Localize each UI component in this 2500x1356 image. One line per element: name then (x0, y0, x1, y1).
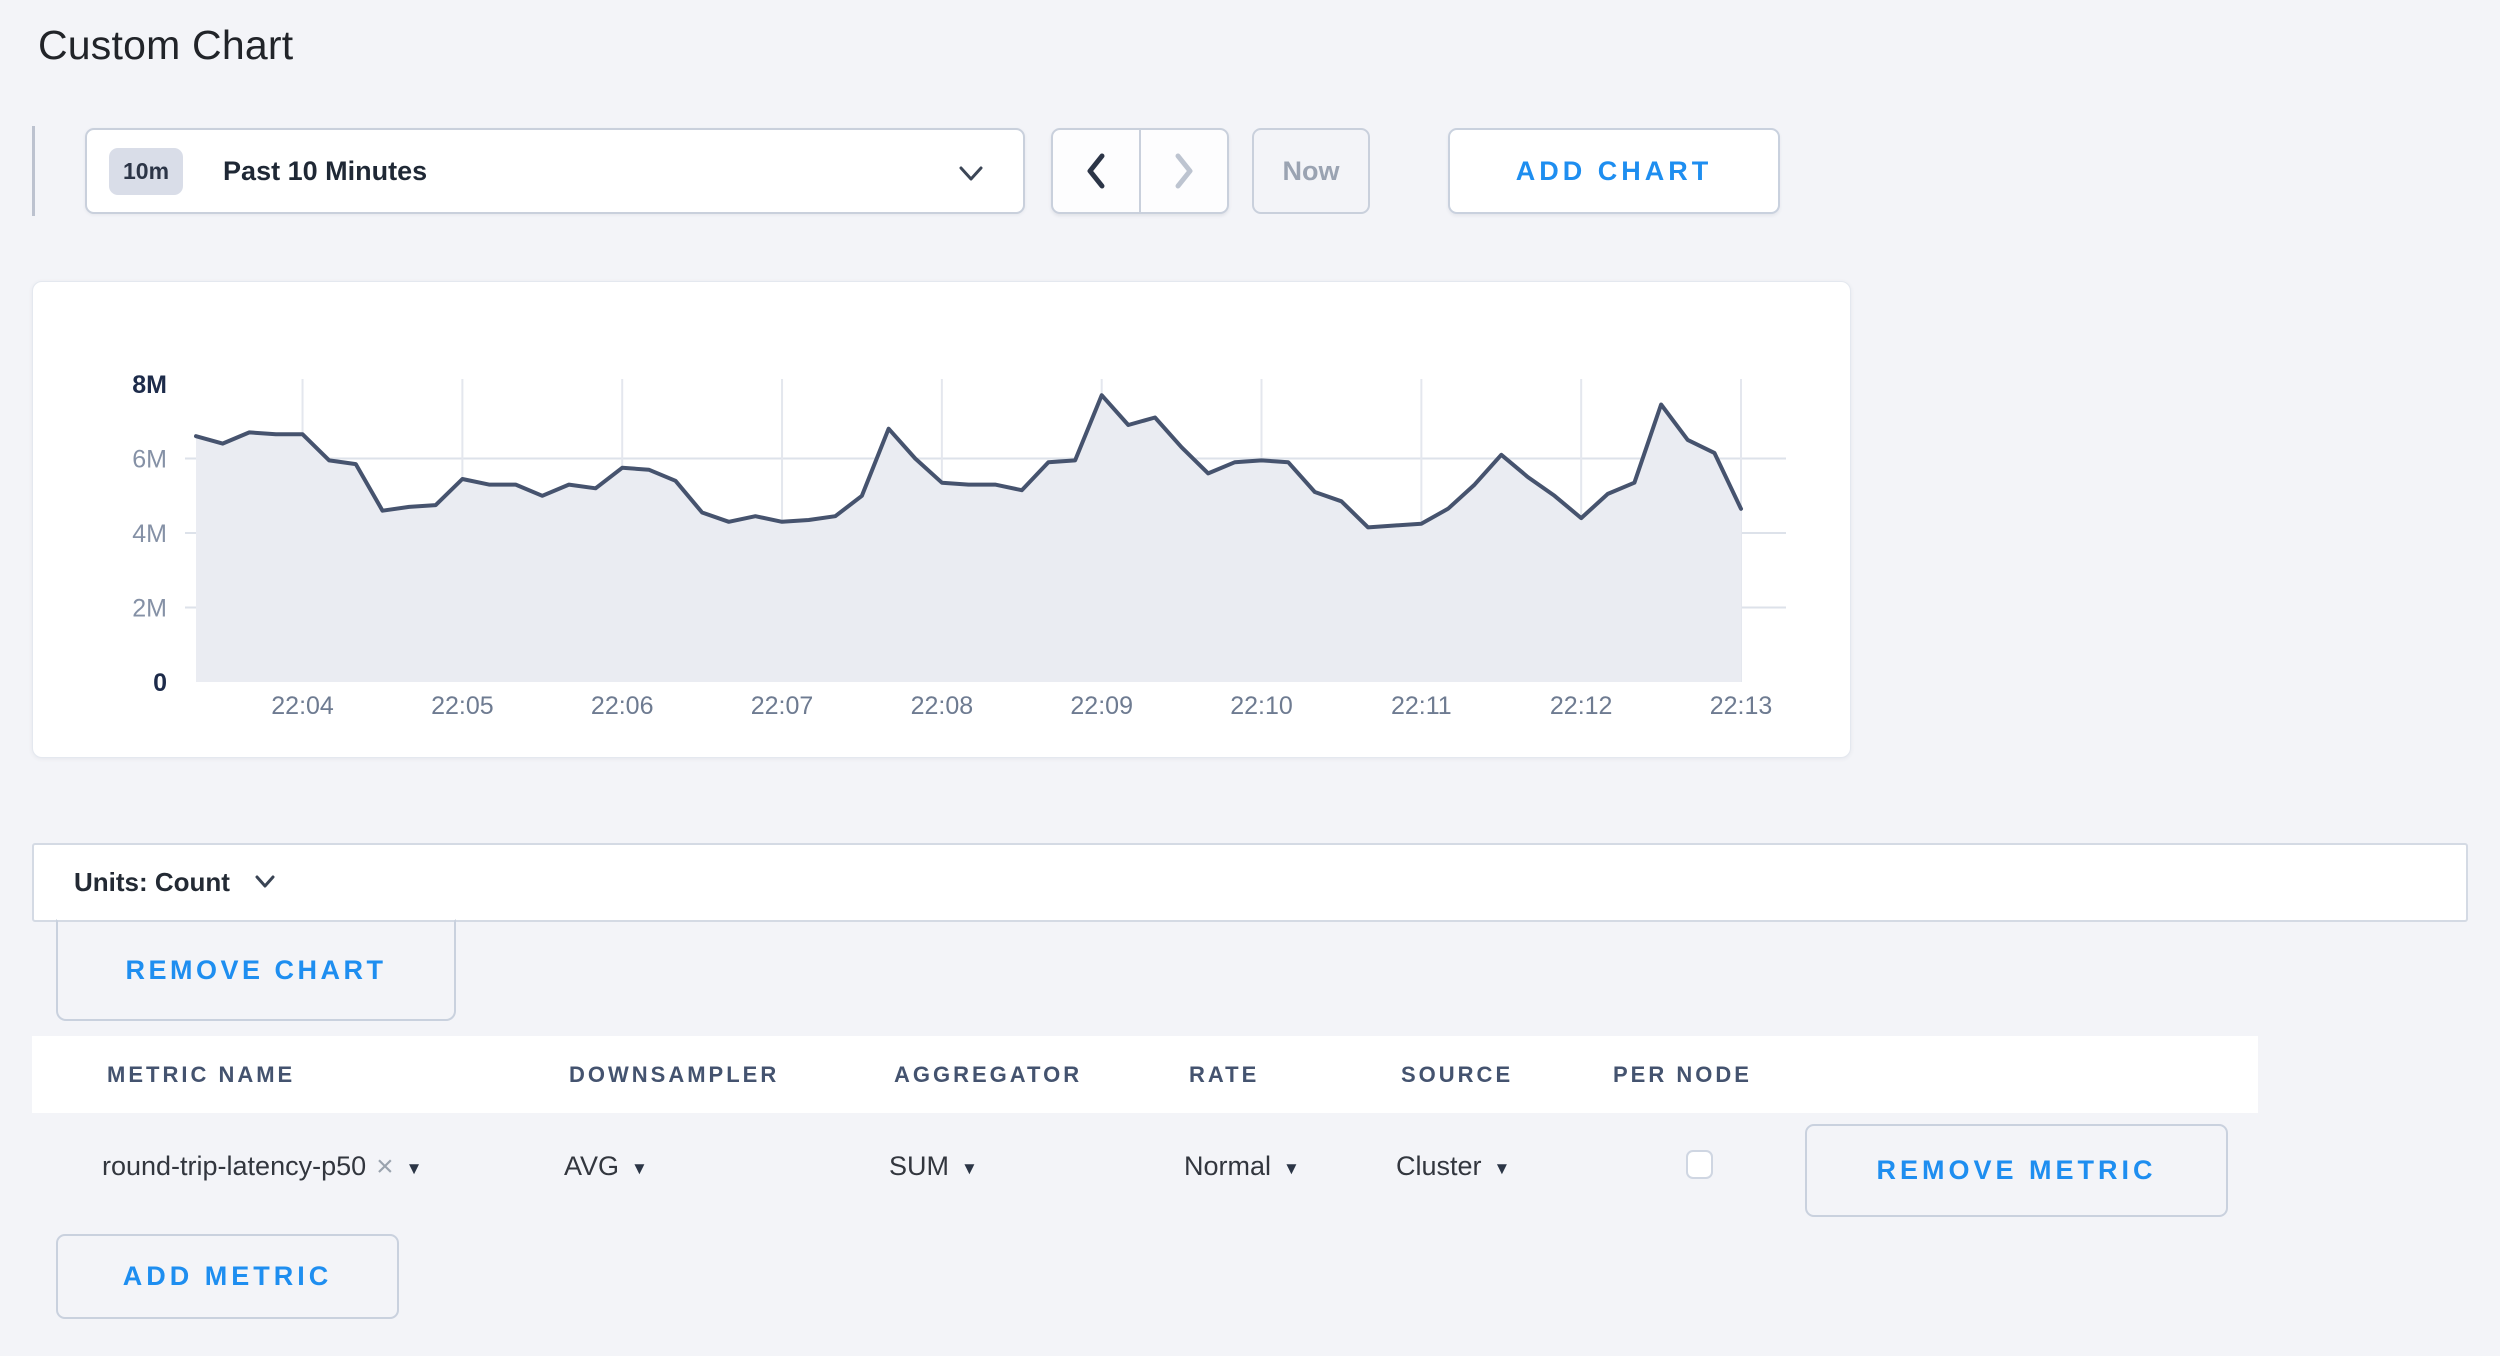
time-range-dropdown[interactable]: 10m Past 10 Minutes (85, 128, 1025, 214)
units-dropdown[interactable]: Units: Count (32, 843, 2468, 922)
svg-text:0: 0 (153, 669, 167, 697)
downsampler-dropdown[interactable]: AVG ▼ (564, 1151, 889, 1182)
now-button[interactable]: Now (1252, 128, 1370, 214)
metric-area-chart[interactable]: 22:04 22:05 22:06 22:07 22:08 22:09 22:10 22:11… (33, 282, 1852, 759)
svg-text:22:05: 22:05 (431, 692, 494, 720)
chevron-left-icon (1083, 151, 1109, 191)
aggregator-dropdown[interactable]: SUM ▼ (889, 1151, 1184, 1182)
svg-text:22:09: 22:09 (1070, 692, 1133, 720)
remove-chart-button[interactable]: REMOVE CHART (56, 919, 456, 1021)
svg-text:6M: 6M (132, 446, 167, 474)
rate-value: Normal (1184, 1151, 1271, 1182)
caret-down-icon: ▼ (1283, 1159, 1300, 1179)
time-range-badge: 10m (109, 148, 183, 195)
svg-text:22:04: 22:04 (271, 692, 334, 720)
svg-text:22:06: 22:06 (591, 692, 654, 720)
caret-down-icon: ▼ (406, 1159, 423, 1179)
chevron-down-icon (955, 160, 987, 191)
units-label: Units: Count (74, 867, 230, 898)
chart-card: 22:04 22:05 22:06 22:07 22:08 22:09 22:10 22:11… (32, 281, 1851, 758)
svg-text:22:12: 22:12 (1550, 692, 1613, 720)
caret-down-icon: ▼ (1494, 1159, 1511, 1179)
toolbar-accent-divider (32, 126, 35, 216)
per-node-checkbox[interactable] (1686, 1150, 1713, 1179)
clear-metric-icon[interactable]: × (376, 1152, 394, 1182)
page-title: Custom Chart (38, 22, 293, 69)
svg-text:22:10: 22:10 (1230, 692, 1293, 720)
add-chart-button[interactable]: ADD CHART (1448, 128, 1780, 214)
add-metric-button[interactable]: ADD METRIC (56, 1234, 399, 1319)
caret-down-icon: ▼ (961, 1159, 978, 1179)
source-value: Cluster (1396, 1151, 1482, 1182)
svg-text:22:13: 22:13 (1710, 692, 1773, 720)
metric-name-value: round-trip-latency-p50 (102, 1151, 366, 1182)
source-dropdown[interactable]: Cluster ▼ (1396, 1151, 1608, 1182)
time-forward-button[interactable] (1139, 130, 1227, 212)
svg-text:22:11: 22:11 (1391, 692, 1452, 720)
time-back-button[interactable] (1053, 130, 1139, 212)
column-header-rate: RATE (1189, 1062, 1401, 1088)
svg-text:22:08: 22:08 (911, 692, 974, 720)
svg-text:22:07: 22:07 (751, 692, 814, 720)
aggregator-value: SUM (889, 1151, 949, 1182)
svg-text:4M: 4M (132, 520, 167, 548)
column-header-metric-name: METRIC NAME (107, 1062, 569, 1088)
column-header-source: SOURCE (1401, 1062, 1613, 1088)
svg-text:2M: 2M (132, 595, 167, 623)
chevron-right-icon (1171, 151, 1197, 191)
downsampler-value: AVG (564, 1151, 619, 1182)
rate-dropdown[interactable]: Normal ▼ (1184, 1151, 1396, 1182)
column-header-downsampler: DOWNSAMPLER (569, 1062, 894, 1088)
metrics-table-header: METRIC NAME DOWNSAMPLER AGGREGATOR RATE … (32, 1036, 2258, 1113)
svg-text:8M: 8M (132, 371, 167, 399)
caret-down-icon: ▼ (631, 1159, 648, 1179)
remove-metric-button[interactable]: REMOVE METRIC (1805, 1124, 2228, 1217)
column-header-aggregator: AGGREGATOR (894, 1062, 1189, 1088)
time-range-label: Past 10 Minutes (223, 156, 427, 187)
column-header-per-node: PER NODE (1613, 1062, 1859, 1088)
time-nav-group (1051, 128, 1229, 214)
chevron-down-icon (252, 872, 278, 897)
metric-name-dropdown[interactable]: round-trip-latency-p50 × ▼ (102, 1151, 564, 1182)
